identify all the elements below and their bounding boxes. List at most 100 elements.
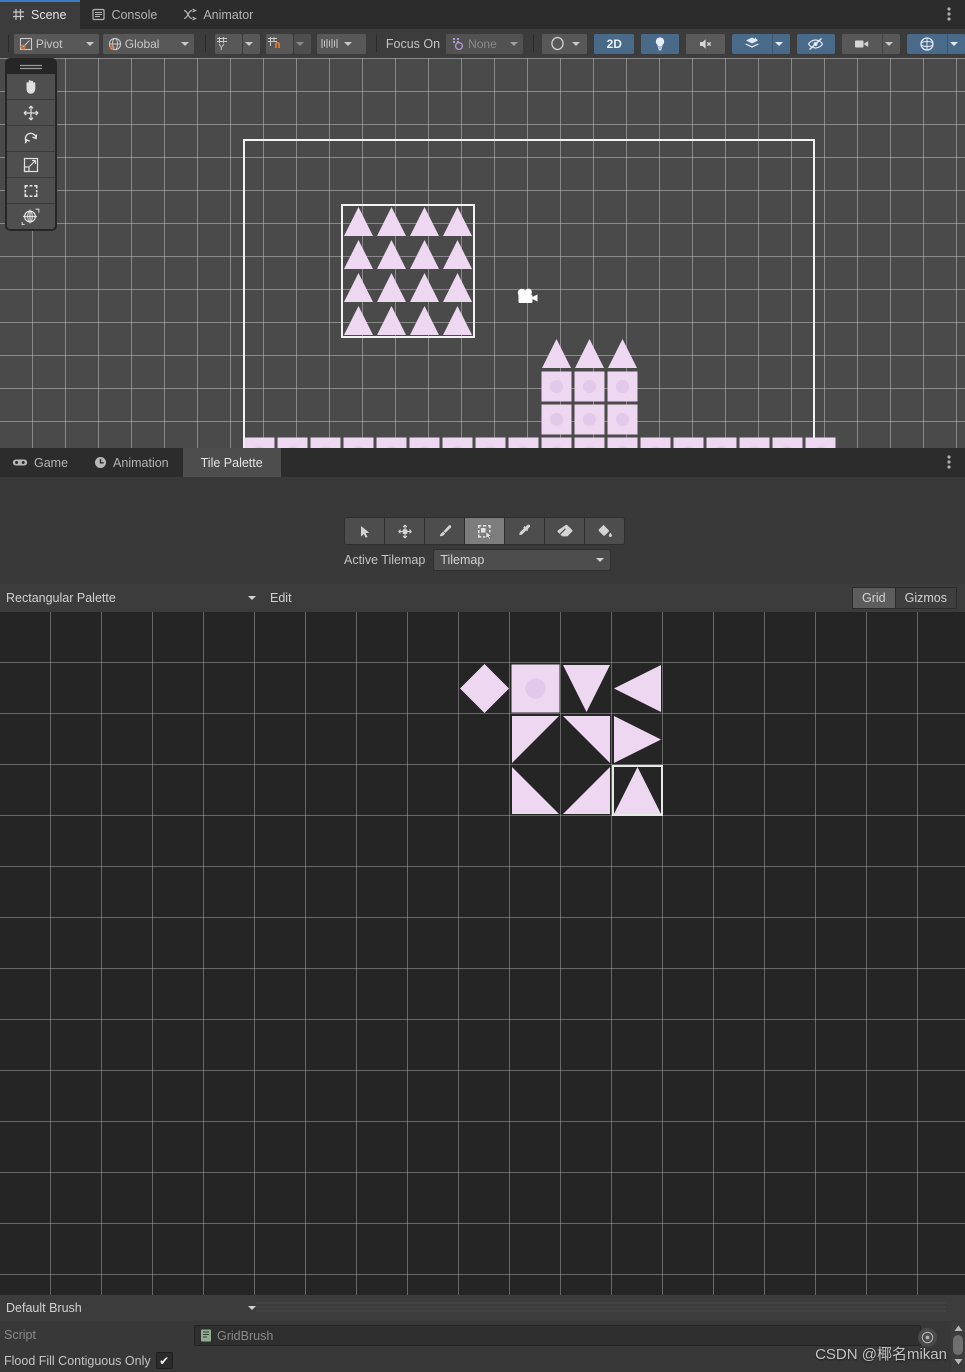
grid-toggle-button[interactable]: Grid: [852, 587, 896, 609]
scene-tile: [540, 436, 573, 448]
grid-size-dropdown[interactable]: [317, 33, 367, 54]
tab-scene[interactable]: Scene: [0, 0, 81, 29]
checkmark-icon: ✔: [159, 1353, 170, 1368]
pivot-dropdown[interactable]: Pivot: [13, 33, 99, 54]
flood-fill-checkbox[interactable]: ✔: [155, 1352, 173, 1369]
effects-toggle[interactable]: [731, 33, 772, 54]
scene-tile: [342, 304, 375, 337]
picker-tool[interactable]: [505, 518, 545, 544]
grid-snap-icon: [266, 36, 282, 51]
dock-menu-button[interactable]: [939, 452, 959, 472]
scene-tile: [342, 436, 375, 448]
move-arrows-icon: [23, 105, 39, 120]
lighting-toggle[interactable]: [641, 33, 680, 54]
transform-tool[interactable]: [7, 204, 55, 229]
2d-label: 2D: [606, 36, 622, 51]
brush-dropdown[interactable]: Default Brush: [2, 1297, 262, 1319]
gizmos-toggle[interactable]: [906, 33, 947, 54]
scene-tile: [705, 436, 738, 448]
scene-tile: [375, 436, 408, 448]
hidden-objects-toggle[interactable]: [796, 33, 835, 54]
move-arrows-icon: [397, 524, 412, 538]
scroll-down-arrow-icon[interactable]: [951, 1355, 965, 1368]
scrollbar-thumb[interactable]: [953, 1335, 963, 1355]
effects-dropdown[interactable]: [771, 33, 790, 54]
active-tilemap-dropdown[interactable]: Tilemap: [433, 549, 612, 571]
palette-grid-lines: [0, 612, 965, 1295]
scene-window-tabbar: Scene Console Animator: [0, 0, 965, 29]
gizmos-dropdown[interactable]: [946, 33, 965, 54]
palette-tile[interactable]: [561, 714, 612, 765]
scene-tile: [342, 238, 375, 271]
shading-mode-dropdown[interactable]: [542, 33, 588, 54]
scene-tile: [804, 436, 837, 448]
chevron-down-icon: [949, 41, 958, 46]
audio-toggle[interactable]: [686, 33, 725, 54]
scene-camera-toggle[interactable]: [841, 33, 882, 54]
scene-tile: [342, 205, 375, 238]
tab-console[interactable]: Console: [80, 0, 171, 29]
scene-window-menu-button[interactable]: [939, 4, 959, 24]
select-tool[interactable]: [345, 518, 385, 544]
kebab-menu-icon: [947, 7, 951, 21]
tab-game[interactable]: Game: [0, 448, 82, 477]
scene-tile: [540, 370, 573, 403]
rotate-tool[interactable]: [7, 126, 55, 152]
edit-button[interactable]: Edit: [262, 587, 300, 609]
effects-layers-icon: [744, 36, 760, 51]
scene-tool-panel: [5, 58, 57, 231]
fill-tool[interactable]: [585, 518, 624, 544]
grid-axis-button[interactable]: [215, 33, 243, 54]
palette-tile[interactable]: [612, 714, 663, 765]
grid-snap-button[interactable]: [266, 33, 294, 54]
flood-fill-label: Flood Fill Contiguous Only: [4, 1353, 151, 1368]
box-fill-tool[interactable]: [465, 518, 505, 544]
scene-tile: [573, 403, 606, 436]
palette-tile[interactable]: [510, 663, 561, 714]
watermark-text: CSDN @椰名mikan: [815, 1346, 947, 1363]
tab-animator[interactable]: Animator: [171, 0, 267, 29]
scene-view[interactable]: [0, 58, 965, 448]
chevron-down-icon: [509, 41, 518, 46]
focus-on-dropdown[interactable]: None: [446, 33, 523, 54]
scene-tile: [375, 205, 408, 238]
palette-tile[interactable]: [459, 663, 510, 714]
script-object-field[interactable]: GridBrush: [194, 1325, 921, 1346]
inspector-scrollbar[interactable]: [951, 1322, 965, 1372]
rect-tool[interactable]: [7, 178, 55, 204]
tab-animation[interactable]: Animation: [82, 448, 183, 477]
palette-tile[interactable]: [612, 663, 663, 714]
scene-camera-icon: [854, 38, 870, 50]
palette-tile[interactable]: [561, 765, 612, 816]
move-tool[interactable]: [385, 518, 425, 544]
chevron-down-icon: [884, 41, 893, 46]
camera-gizmo-icon[interactable]: [513, 286, 541, 310]
tab-tile-palette-label: Tile Palette: [200, 455, 263, 470]
global-dropdown[interactable]: Global: [102, 33, 195, 54]
chevron-down-icon: [571, 41, 580, 46]
tab-tile-palette[interactable]: Tile Palette: [182, 448, 281, 477]
2d-toggle[interactable]: 2D: [594, 33, 635, 54]
scene-camera-dropdown[interactable]: [881, 33, 900, 54]
grid-snap-dropdown[interactable]: [294, 33, 312, 54]
palette-tile[interactable]: [561, 663, 612, 714]
eraser-tool[interactable]: [545, 518, 585, 544]
tool-panel-grip[interactable]: [7, 60, 55, 74]
scroll-up-arrow-icon[interactable]: [951, 1322, 965, 1335]
scale-icon: [23, 157, 39, 172]
grid-icon: [12, 8, 25, 21]
grid-axis-dropdown[interactable]: [243, 33, 261, 54]
move-tool[interactable]: [7, 100, 55, 126]
gizmos-toggle-button[interactable]: Gizmos: [895, 587, 957, 609]
scale-tool[interactable]: [7, 152, 55, 178]
palette-tile[interactable]: [510, 714, 561, 765]
palette-grid[interactable]: [0, 612, 965, 1295]
bottom-dock: Game Animation Tile Palette Active Tilem…: [0, 448, 965, 1372]
chevron-down-icon: [248, 596, 256, 600]
brush-tool[interactable]: [425, 518, 465, 544]
palette-dropdown[interactable]: Rectangular Palette: [2, 587, 262, 609]
palette-selection-box: [612, 765, 663, 816]
hand-tool[interactable]: [7, 74, 55, 100]
palette-tile[interactable]: [510, 765, 561, 816]
console-icon: [92, 8, 106, 21]
